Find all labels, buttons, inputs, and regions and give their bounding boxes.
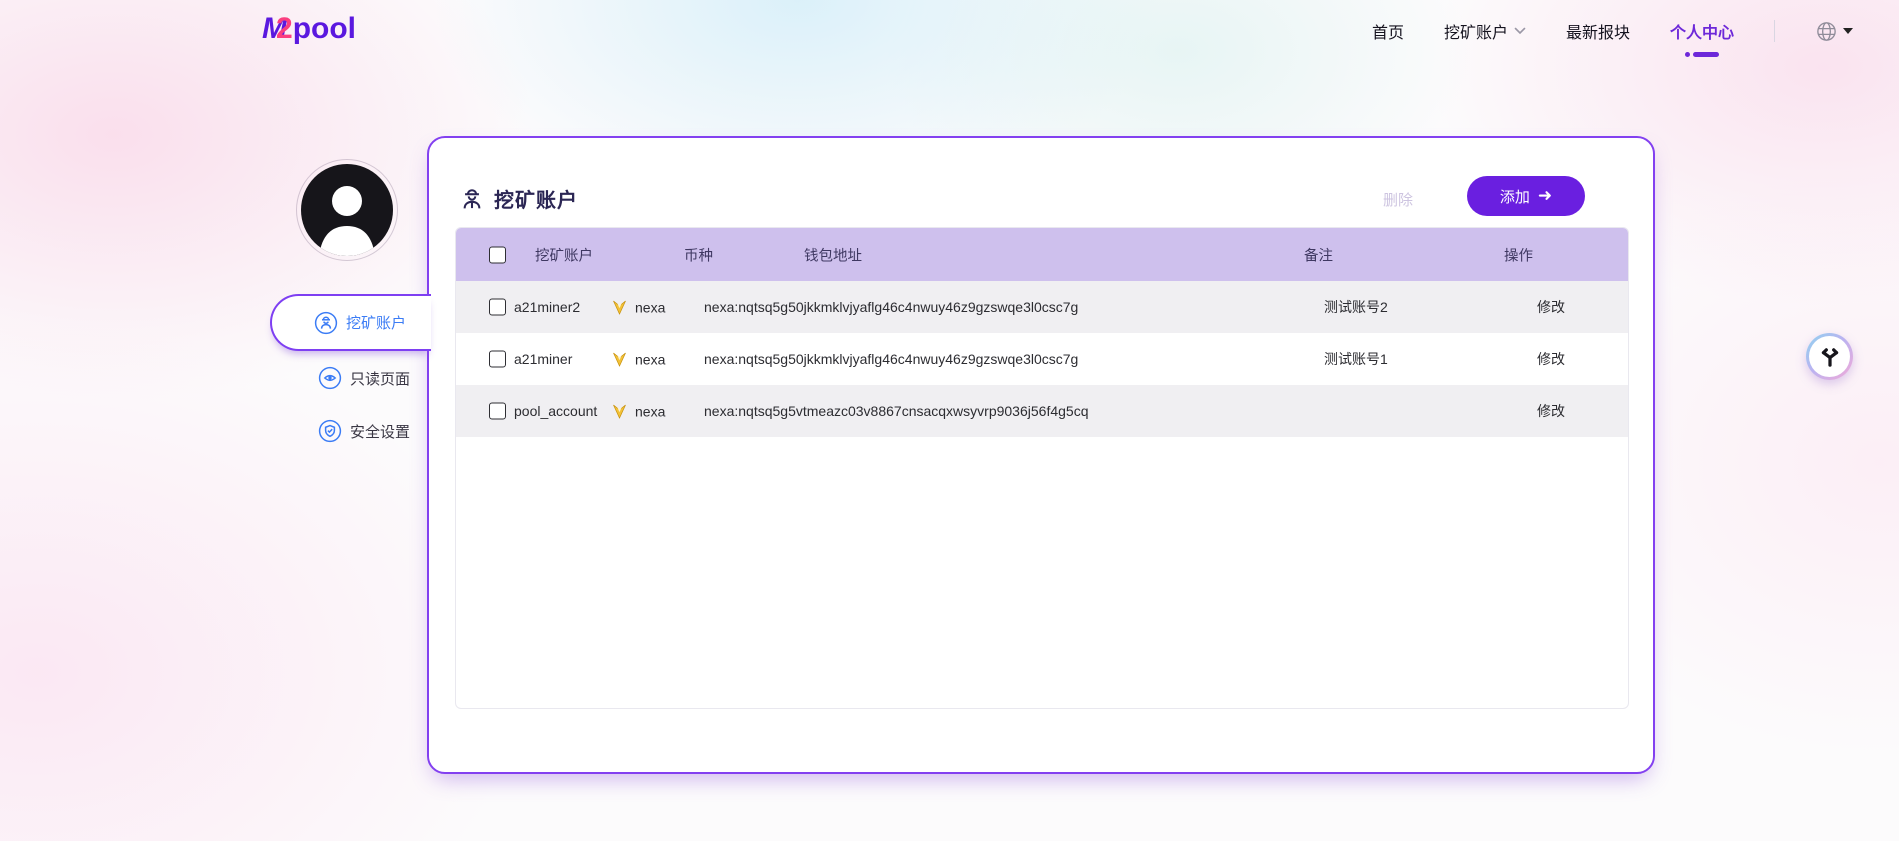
row-checkbox[interactable]: [489, 299, 506, 316]
header-currency: 币种: [684, 244, 713, 265]
miner-circle-icon: [314, 311, 338, 335]
nav-latest-blocks-label: 最新报块: [1566, 19, 1630, 43]
brand-logo[interactable]: M2pool: [262, 12, 356, 46]
mining-accounts-panel: 挖矿账户 删除 添加 ➜ 挖矿账户 币种 钱包地址 备注 操作 a21miner…: [427, 136, 1655, 774]
currency-cell: nexa: [611, 403, 665, 420]
nav-personal-center[interactable]: 个人中心: [1670, 19, 1734, 43]
language-switcher[interactable]: [1815, 20, 1853, 43]
wallet-address: nexa:nqtsq5g5vtmeazc03v8867cnsacqxwsyvrp…: [704, 403, 1088, 419]
sidebar-item-security-settings[interactable]: 安全设置: [318, 418, 410, 444]
sidebar-item-readonly-page-label: 只读页面: [350, 368, 410, 389]
nav-personal-center-label: 个人中心: [1670, 19, 1734, 43]
table-header-row: 挖矿账户 币种 钱包地址 备注 操作: [456, 228, 1628, 281]
row-checkbox[interactable]: [489, 351, 506, 368]
main-nav: 首页 挖矿账户 最新报块 个人中心: [1372, 0, 1853, 62]
sidebar-item-mining-accounts-label: 挖矿账户: [346, 312, 406, 333]
shield-check-circle-icon: [318, 419, 342, 443]
avatar[interactable]: [296, 159, 398, 261]
brand-logo-2: 2: [276, 12, 292, 45]
modify-link[interactable]: 修改: [1537, 349, 1565, 369]
nav-latest-blocks[interactable]: 最新报块: [1566, 19, 1630, 43]
nav-divider: [1774, 20, 1775, 42]
nav-active-indicator: [1685, 52, 1719, 57]
currency-name: nexa: [635, 351, 665, 367]
add-button[interactable]: 添加 ➜: [1467, 176, 1585, 216]
top-navbar: M2pool 首页 挖矿账户 最新报块 个人中心: [0, 0, 1899, 62]
account-name: pool_account: [514, 403, 597, 419]
nexa-coin-icon: [611, 403, 628, 420]
chevron-down-icon: [1514, 27, 1526, 35]
sidebar-item-readonly-page[interactable]: 只读页面: [318, 365, 410, 391]
sidebar-item-mining-accounts[interactable]: 挖矿账户: [270, 294, 431, 351]
nexa-coin-icon: [611, 351, 628, 368]
row-checkbox[interactable]: [489, 403, 506, 420]
panel-title: 挖矿账户: [459, 184, 578, 213]
remark: 测试账号2: [1324, 297, 1388, 317]
header-action: 操作: [1504, 244, 1533, 265]
header-account: 挖矿账户: [535, 244, 593, 265]
wallet-address: nexa:nqtsq5g50jkkmklvjyaflg46c4nwuy46z9g…: [704, 299, 1078, 315]
panel-header: 挖矿账户 删除 添加 ➜: [459, 176, 1627, 218]
floating-support-widget[interactable]: [1806, 333, 1853, 380]
nav-mining-accounts-label: 挖矿账户: [1444, 19, 1508, 43]
header-wallet: 钱包地址: [804, 244, 862, 265]
sidebar-item-security-settings-label: 安全设置: [350, 421, 410, 442]
header-remark: 备注: [1304, 244, 1333, 265]
table-row: a21miner2 nexa nexa:nqtsq5g50jkkmklvjyaf…: [456, 281, 1628, 333]
accounts-table: 挖矿账户 币种 钱包地址 备注 操作 a21miner2 nexa: [455, 227, 1629, 709]
nexa-coin-icon: [611, 299, 628, 316]
nav-home-label: 首页: [1372, 19, 1404, 43]
table-row: pool_account nexa nexa:nqtsq5g5vtmeazc03…: [456, 385, 1628, 437]
eye-circle-icon: [318, 366, 342, 390]
select-all-checkbox[interactable]: [489, 246, 506, 263]
globe-icon: [1815, 20, 1838, 43]
delete-button[interactable]: 删除: [1383, 189, 1413, 210]
account-name: a21miner2: [514, 299, 580, 315]
remark: 测试账号1: [1324, 349, 1388, 369]
currency-cell: nexa: [611, 299, 665, 316]
nav-home[interactable]: 首页: [1372, 19, 1404, 43]
panel-title-label: 挖矿账户: [494, 184, 578, 213]
modify-link[interactable]: 修改: [1537, 401, 1565, 421]
currency-name: nexa: [635, 299, 665, 315]
currency-cell: nexa: [611, 351, 665, 368]
currency-name: nexa: [635, 403, 665, 419]
tri-spoke-logo-icon: [1809, 336, 1850, 377]
person-icon: [301, 164, 393, 256]
caret-down-icon: [1843, 28, 1853, 34]
modify-link[interactable]: 修改: [1537, 297, 1565, 317]
wallet-address: nexa:nqtsq5g50jkkmklvjyaflg46c4nwuy46z9g…: [704, 351, 1078, 367]
table-row: a21miner nexa nexa:nqtsq5g50jkkmklvjyafl…: [456, 333, 1628, 385]
brand-logo-pool: pool: [293, 12, 356, 45]
nav-mining-accounts[interactable]: 挖矿账户: [1444, 19, 1526, 43]
arrow-right-icon: ➜: [1538, 186, 1552, 206]
account-name: a21miner: [514, 351, 572, 367]
miner-icon: [459, 186, 485, 212]
avatar-image: [301, 164, 393, 256]
page: M2pool 首页 挖矿账户 最新报块 个人中心: [0, 0, 1899, 841]
add-button-label: 添加: [1500, 186, 1530, 207]
